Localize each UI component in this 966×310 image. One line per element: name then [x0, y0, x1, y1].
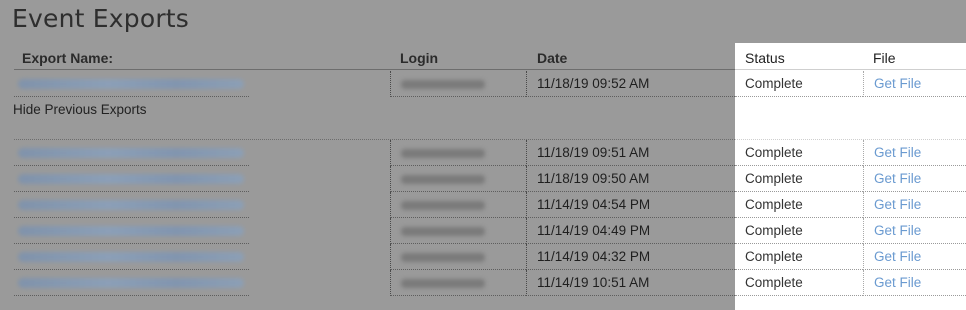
column-header-date: Date	[537, 50, 568, 66]
column-header-export-name: Export Name:	[22, 50, 114, 66]
get-file-link[interactable]: Get File	[863, 166, 966, 192]
redacted-login	[401, 201, 485, 210]
column-header-status: Status	[745, 50, 785, 66]
get-file-link[interactable]: Get File	[863, 270, 966, 296]
redacted-export-name	[18, 226, 244, 236]
login-cell	[390, 244, 526, 270]
redacted-export-name	[18, 148, 244, 158]
export-name-cell[interactable]	[14, 166, 249, 192]
date-cell: 11/14/19 04:54 PM	[526, 192, 735, 218]
redacted-login	[401, 253, 485, 262]
get-file-link[interactable]: Get File	[863, 218, 966, 244]
export-name-cell[interactable]	[14, 140, 249, 166]
login-cell	[390, 270, 526, 296]
status-cell: Complete	[735, 140, 863, 166]
status-cell: Complete	[735, 244, 863, 270]
table-row: 11/18/19 09:50 AM Complete Get File	[14, 166, 966, 192]
login-cell	[390, 140, 526, 166]
column-header-file: File	[873, 50, 896, 66]
redacted-export-name	[18, 252, 244, 262]
date-cell: 11/14/19 04:32 PM	[526, 244, 735, 270]
date-cell: 11/18/19 09:51 AM	[526, 140, 735, 166]
hide-previous-exports-link[interactable]: Hide Previous Exports	[13, 102, 147, 117]
get-file-link[interactable]: Get File	[863, 140, 966, 166]
export-name-cell[interactable]	[14, 270, 249, 296]
export-name-cell[interactable]	[14, 218, 249, 244]
login-cell	[390, 166, 526, 192]
table-row: 11/14/19 04:49 PM Complete Get File	[14, 218, 966, 244]
redacted-login	[401, 227, 485, 236]
export-name-cell[interactable]	[14, 244, 249, 270]
page-title: Event Exports	[12, 4, 190, 33]
redacted-export-name	[18, 200, 244, 210]
table-row: 11/18/19 09:51 AM Complete Get File	[14, 140, 966, 166]
status-cell: Complete	[735, 166, 863, 192]
status-cell: Complete	[735, 71, 863, 97]
header-divider	[14, 69, 735, 70]
status-cell: Complete	[735, 218, 863, 244]
login-cell	[390, 192, 526, 218]
get-file-link[interactable]: Get File	[863, 244, 966, 270]
redacted-export-name	[18, 278, 244, 288]
login-cell	[390, 218, 526, 244]
redacted-login	[401, 279, 485, 288]
table-row-latest: 11/18/19 09:52 AM Complete Get File	[14, 71, 966, 97]
column-header-login: Login	[400, 50, 439, 66]
header-divider-highlight	[735, 69, 966, 70]
redacted-export-name	[18, 174, 244, 184]
status-cell: Complete	[735, 270, 863, 296]
redacted-export-name	[18, 79, 244, 89]
table-row: 11/14/19 04:54 PM Complete Get File	[14, 192, 966, 218]
export-name-cell[interactable]	[14, 192, 249, 218]
table-row: 11/14/19 04:32 PM Complete Get File	[14, 244, 966, 270]
get-file-link[interactable]: Get File	[863, 192, 966, 218]
table-row: 11/14/19 10:51 AM Complete Get File	[14, 270, 966, 296]
login-cell	[390, 71, 526, 97]
redacted-login	[401, 175, 485, 184]
redacted-login	[401, 149, 485, 158]
date-cell: 11/18/19 09:52 AM	[526, 71, 735, 97]
redacted-login	[401, 80, 485, 89]
status-cell: Complete	[735, 192, 863, 218]
date-cell: 11/14/19 10:51 AM	[526, 270, 735, 296]
date-cell: 11/14/19 04:49 PM	[526, 218, 735, 244]
export-name-cell[interactable]	[14, 71, 249, 97]
get-file-link[interactable]: Get File	[863, 71, 966, 97]
date-cell: 11/18/19 09:50 AM	[526, 166, 735, 192]
